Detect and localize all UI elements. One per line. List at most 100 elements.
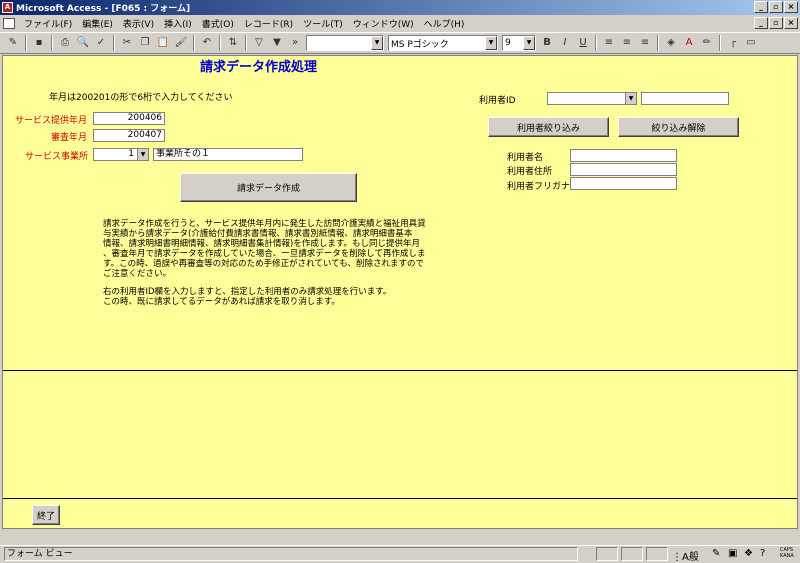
doc-minimize-button[interactable]: _	[754, 17, 768, 29]
italic-button[interactable]: I	[557, 35, 573, 51]
menu-insert[interactable]: 挿入(I)	[159, 17, 197, 30]
doc-restore-button[interactable]: ▫	[769, 17, 783, 29]
section-divider-top	[3, 370, 797, 371]
window-title: Microsoft Access - [F065 : フォーム]	[16, 4, 191, 14]
underline-button[interactable]: U	[575, 35, 591, 51]
spelling-icon[interactable]: ✓	[93, 35, 109, 51]
menu-edit[interactable]: 編集(E)	[77, 17, 118, 30]
instruction-label: 年月は200201の形で6桁で入力してください	[49, 93, 233, 103]
status-view-text: フォーム ビュー	[4, 547, 578, 561]
user-kana-label: 利用者フリガナ	[507, 182, 571, 192]
special-effect-icon[interactable]: ▭	[743, 35, 759, 51]
filter-users-button-label: 利用者絞り込み	[516, 123, 580, 134]
menu-format[interactable]: 書式(O)	[197, 17, 239, 30]
line-color-icon[interactable]: ✏	[699, 35, 715, 51]
copy-icon[interactable]: ❐	[137, 35, 153, 51]
office-code-combo[interactable]: 1 ▼	[93, 148, 149, 161]
chevron-down-icon[interactable]: ▼	[371, 36, 383, 50]
status-bar: フォーム ビュー ⋮A般 ✎ ▣ ❖ ? CAPS KANA	[0, 545, 800, 563]
print-preview-icon[interactable]: 🔍	[75, 35, 91, 51]
menu-view[interactable]: 表示(V)	[118, 17, 159, 30]
status-indicator-box	[621, 547, 643, 561]
format-painter-icon[interactable]: 🖌	[173, 35, 189, 51]
filter-apply-icon[interactable]: ▼	[269, 35, 285, 51]
sort-icon[interactable]: ⇅	[225, 35, 241, 51]
filter-users-button[interactable]: 利用者絞り込み	[488, 117, 609, 137]
ime-mode-icon[interactable]: ⋮A般	[672, 548, 699, 563]
document-window-controls: _ ▫ ×	[754, 17, 798, 29]
cut-icon[interactable]: ✂	[119, 35, 135, 51]
exit-button[interactable]: 終了	[32, 505, 60, 525]
doc-close-button[interactable]: ×	[784, 17, 798, 29]
ime-dictionary-icon[interactable]: ▣	[728, 548, 737, 559]
description-line: 右の利用者ID欄を入力しますと、指定した利用者のみ請求処理を行います。	[103, 287, 392, 297]
description-line: この時、既に請求してるデータがあれば請求を取り消します。	[103, 297, 340, 307]
access-app-icon: A	[2, 2, 13, 13]
align-left-icon[interactable]: ≡	[601, 35, 617, 51]
office-label: サービス事業所	[25, 152, 89, 162]
ime-tools-icon[interactable]: ❖	[744, 548, 753, 559]
form-document-icon[interactable]	[3, 18, 15, 29]
maximize-button[interactable]: ▫	[769, 1, 783, 13]
align-center-icon[interactable]: ≡	[619, 35, 635, 51]
clear-filter-button[interactable]: 絞り込み解除	[618, 117, 739, 137]
user-address-field	[570, 163, 677, 176]
user-id-extra-field	[641, 92, 729, 105]
save-icon[interactable]: ▪	[31, 35, 47, 51]
create-invoice-button[interactable]: 請求データ作成	[180, 173, 357, 202]
user-id-combo[interactable]: ▼	[547, 92, 637, 105]
toolbar-separator	[719, 35, 721, 51]
window-controls: _ ▫ ×	[754, 1, 798, 13]
bold-button[interactable]: B	[539, 35, 555, 51]
section-divider-bottom	[3, 498, 797, 499]
menu-window[interactable]: ウィンドウ(W)	[348, 17, 419, 30]
title-bar: A Microsoft Access - [F065 : フォーム] _ ▫ ×	[0, 0, 800, 15]
align-right-icon[interactable]: ≡	[637, 35, 653, 51]
font-size-combo[interactable]: 9 ▼	[502, 35, 536, 51]
service-month-input[interactable]: 200406	[93, 112, 165, 125]
undo-icon[interactable]: ↶	[199, 35, 215, 51]
user-id-label: 利用者ID	[479, 96, 516, 106]
toolbar-separator	[25, 35, 27, 51]
user-name-field	[570, 149, 677, 162]
menu-file[interactable]: ファイル(F)	[19, 17, 77, 30]
line-width-icon[interactable]: ┌	[725, 35, 741, 51]
object-combo[interactable]: ▼	[306, 35, 384, 51]
description-line: 与実績から請求データ(介護給付費請求書情報、請求書別紙情報、請求明細書基本	[103, 229, 413, 239]
close-button[interactable]: ×	[784, 1, 798, 13]
chevron-down-icon[interactable]: ▼	[485, 36, 497, 50]
print-icon[interactable]: ⎙	[57, 35, 73, 51]
toolbar-separator	[193, 35, 195, 51]
user-kana-field	[570, 177, 677, 190]
fill-color-icon[interactable]: ◈	[663, 35, 679, 51]
menu-help[interactable]: ヘルプ(H)	[419, 17, 470, 30]
paste-icon[interactable]: 📋	[155, 35, 171, 51]
view-icon[interactable]: ✎	[5, 35, 21, 51]
toolbar-separator	[51, 35, 53, 51]
user-name-label: 利用者名	[507, 153, 544, 163]
review-month-input[interactable]: 200407	[93, 129, 165, 142]
chevron-down-icon[interactable]: ▼	[523, 36, 535, 50]
toolbar-separator	[657, 35, 659, 51]
minimize-button[interactable]: _	[754, 1, 768, 13]
toolbar-separator	[113, 35, 115, 51]
menu-bar: ファイル(F) 編集(E) 表示(V) 挿入(I) 書式(O) レコード(R) …	[0, 15, 800, 32]
menu-tools[interactable]: ツール(T)	[298, 17, 348, 30]
office-code-value: 1	[128, 149, 134, 159]
font-name-value: MS Pゴシック	[391, 39, 449, 50]
chevron-down-icon[interactable]: ▼	[625, 93, 636, 104]
review-month-label: 審査年月	[51, 133, 88, 143]
menu-records[interactable]: レコード(R)	[239, 17, 298, 30]
chevron-down-icon[interactable]: ▼	[137, 149, 148, 160]
filter-icon[interactable]: ▽	[251, 35, 267, 51]
description-paragraph-1: 請求データ作成を行うと、サービス提供年月内に発生した訪問介護実績と福祉用具貸 与…	[103, 219, 463, 279]
service-month-label: サービス提供年月	[15, 116, 88, 126]
status-indicator-box	[646, 547, 668, 561]
font-color-icon[interactable]: A	[681, 35, 697, 51]
ime-help-icon[interactable]: ?	[760, 548, 765, 559]
description-line: 情報、請求明細書明細情報、請求明細書集計情報)を作成します。もし同じ提供年月	[103, 239, 420, 249]
ime-pad-icon[interactable]: ✎	[712, 548, 720, 559]
font-name-combo[interactable]: MS Pゴシック ▼	[388, 35, 498, 51]
toolbar-more-icon[interactable]: »	[287, 35, 303, 51]
user-address-label: 利用者住所	[507, 167, 553, 177]
